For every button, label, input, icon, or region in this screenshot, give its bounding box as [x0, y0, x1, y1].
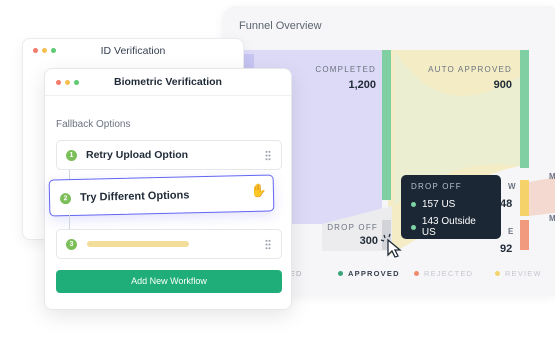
partial-m1-label: M: [549, 172, 555, 181]
partial-w-label: W: [508, 182, 516, 191]
auto-approved-label: AUTO APPROVED: [428, 65, 512, 74]
legend-review[interactable]: REVIEW: [495, 269, 542, 278]
partial-e-label: E: [508, 227, 514, 236]
tooltip-title: DROP OFF: [411, 182, 462, 191]
fallback-option-2[interactable]: 2 Try Different Options ✋: [48, 174, 275, 217]
biometric-verification-window[interactable]: Biometric Verification Fallback Options …: [44, 68, 292, 310]
partial-m2-label: M: [549, 214, 555, 223]
add-new-workflow-button[interactable]: Add New Workflow: [56, 270, 282, 293]
partial-48-value: 48: [500, 198, 513, 210]
review-dot-icon: [495, 271, 500, 276]
pointer-cursor-icon: [380, 233, 402, 258]
tooltip-row-outside: 143 Outside US: [411, 216, 491, 238]
tooltip-row-outside-text: 143 Outside US: [421, 216, 476, 238]
review-bar: [520, 180, 529, 216]
left-strip: [244, 54, 254, 68]
right-flow: [529, 177, 555, 216]
dropoff-label: DROP OFF: [327, 223, 378, 232]
drag-handle-icon[interactable]: [265, 150, 271, 161]
legend-rejected-label: REJECTED: [424, 269, 474, 278]
option-label: Try Different Options: [79, 189, 190, 204]
fallback-option-1[interactable]: 1 Retry Upload Option: [56, 140, 282, 170]
legend-approved-label: APPROVED: [348, 269, 400, 278]
rejected-bar: [520, 220, 529, 250]
completed-bar: [382, 50, 391, 200]
drag-handle-icon[interactable]: [265, 239, 271, 250]
dropoff-value: 300: [359, 235, 378, 247]
legend-rejected[interactable]: REJECTED: [414, 269, 473, 278]
tooltip-row-us: 157 US: [411, 199, 491, 210]
option-placeholder-bar: [87, 241, 189, 247]
tooltip-dot-icon: [411, 202, 416, 207]
fallback-options-heading: Fallback Options: [56, 119, 131, 130]
dropoff-tooltip: DROP OFF 157 US 143 Outside US: [401, 175, 501, 239]
rejected-dot-icon: [414, 271, 419, 276]
option-number-badge: 3: [66, 239, 77, 250]
completed-value: 1,200: [348, 79, 376, 91]
legend-review-label: REVIEW: [505, 269, 542, 278]
option-label: Retry Upload Option: [86, 149, 189, 161]
fallback-option-3[interactable]: 3: [56, 229, 282, 259]
legend-approved[interactable]: APPROVED: [338, 269, 400, 278]
completed-label: COMPLETED: [315, 65, 376, 74]
option-connector: [69, 215, 70, 229]
biometric-titlebar: Biometric Verification: [45, 69, 291, 96]
biometric-window-title: Biometric Verification: [114, 76, 222, 88]
grab-hand-icon[interactable]: ✋: [251, 183, 268, 199]
option-number-badge: 1: [66, 150, 77, 161]
tooltip-dot-icon: [411, 224, 416, 230]
id-window-title: ID Verification: [100, 45, 166, 57]
option-number-badge: 2: [59, 193, 72, 205]
auto-approved-value: 900: [493, 79, 512, 91]
tooltip-row-us-text: 157 US: [422, 199, 456, 210]
approved-dot-icon: [338, 271, 343, 276]
auto-approved-bar: [520, 50, 529, 168]
partial-92-value: 92: [500, 243, 513, 255]
